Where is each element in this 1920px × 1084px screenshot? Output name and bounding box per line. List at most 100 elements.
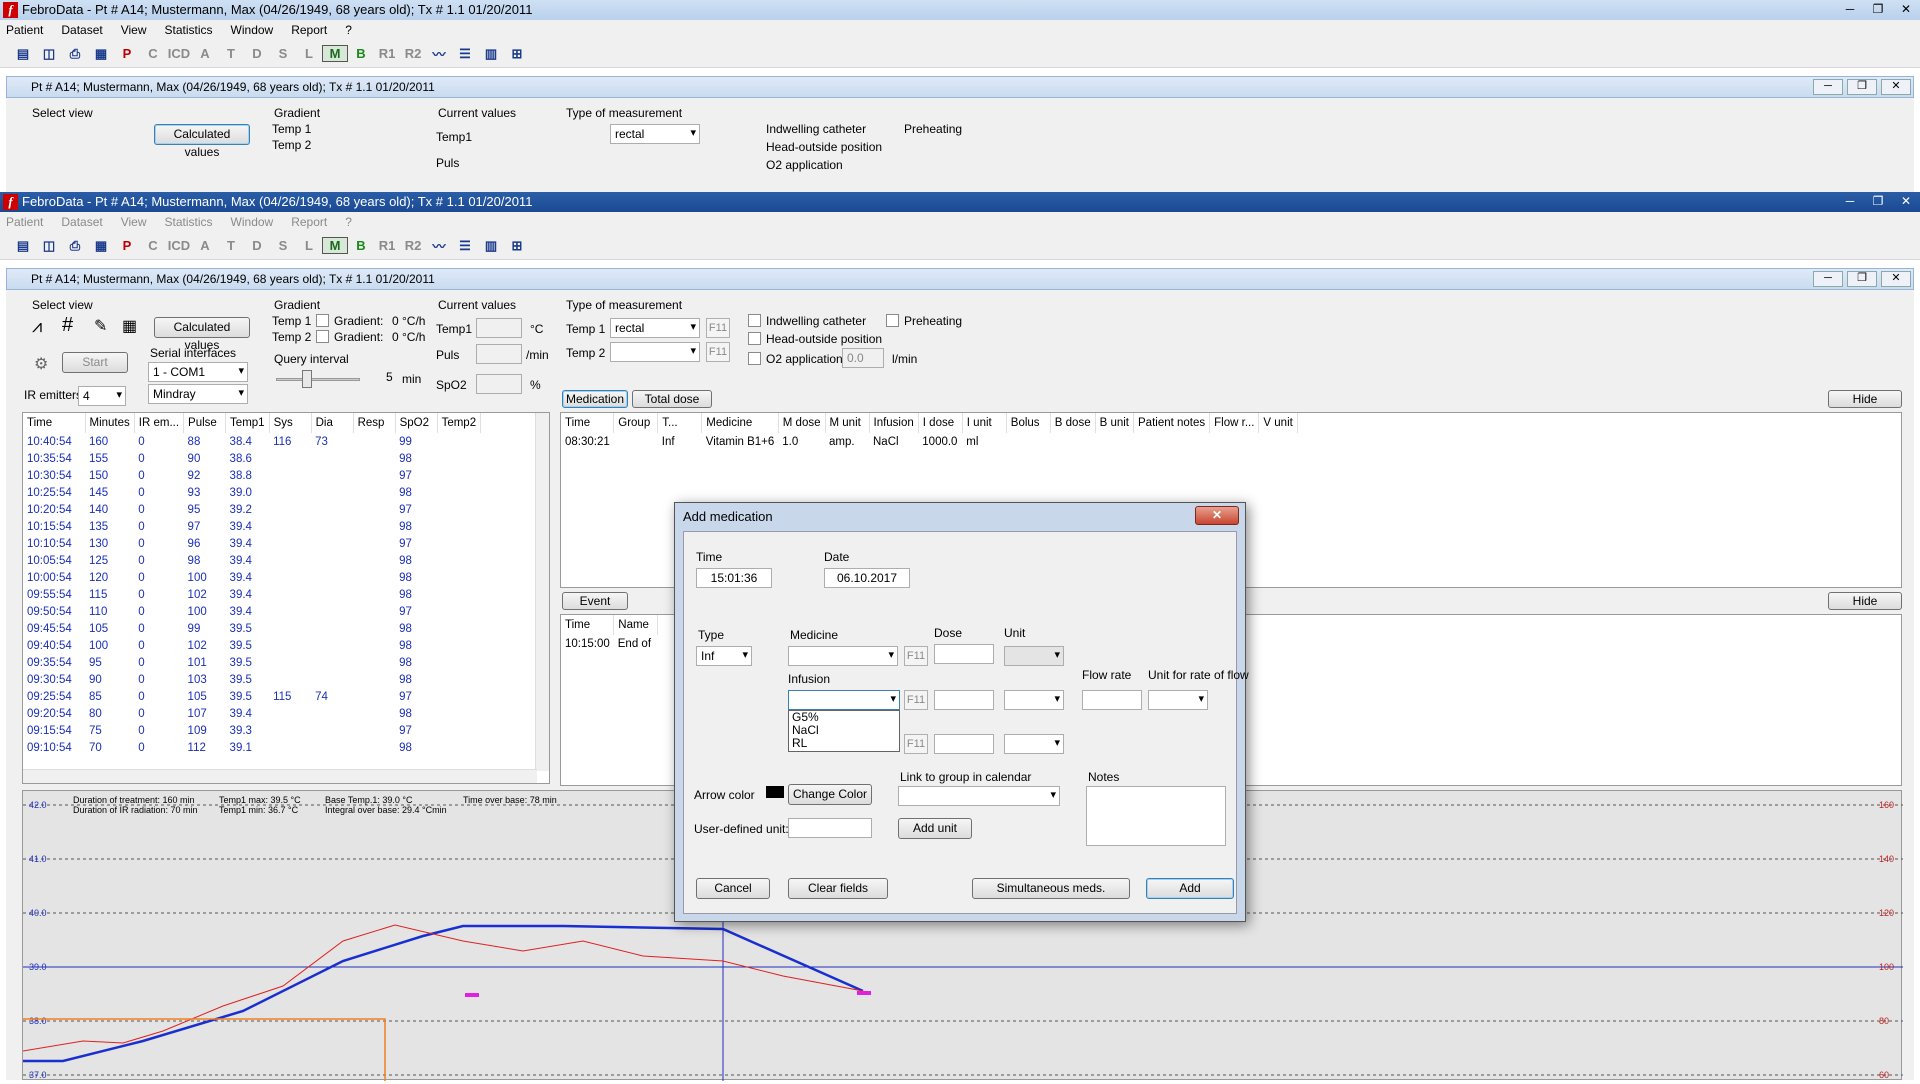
user-unit-input[interactable]	[788, 818, 872, 838]
main-layout-cols-icon[interactable]: ▥	[478, 238, 504, 254]
main-tool-c[interactable]: C	[140, 238, 166, 253]
bolus-dose-input[interactable]	[934, 734, 994, 754]
tool-t[interactable]: T	[218, 46, 244, 61]
tab-medication[interactable]: Medication	[562, 390, 628, 408]
main-tool-m[interactable]: M	[322, 237, 348, 254]
tool-r2[interactable]: R2	[400, 46, 426, 61]
o2-value-field[interactable]: 0.0	[842, 348, 884, 368]
main-chart-icon[interactable]: 〰	[426, 236, 452, 255]
vitals-header[interactable]: Temp1	[225, 413, 270, 433]
vitals-row[interactable]: 10:20:54 140 0 95 39.2 97	[23, 501, 481, 518]
event-table-header[interactable]: Name	[613, 615, 659, 635]
child-minimize-icon[interactable]: ─	[1813, 79, 1843, 95]
vitals-row[interactable]: 09:30:54 90 0 103 39.5 98	[23, 671, 481, 688]
main-minimize-icon[interactable]: ─	[1836, 192, 1864, 210]
vitals-header[interactable]: Pulse	[183, 413, 227, 433]
add-unit-button[interactable]: Add unit	[898, 818, 972, 839]
main-tool-s[interactable]: S	[270, 238, 296, 253]
event-table-row[interactable]: 10:15:00 End of	[561, 635, 658, 652]
medication-table-header[interactable]: V unit	[1258, 413, 1298, 433]
medication-table-header[interactable]: Infusion	[869, 413, 919, 433]
main-menu-window[interactable]: Window	[231, 215, 274, 229]
vitals-vscrollbar[interactable]	[535, 413, 549, 771]
infusion-select[interactable]	[788, 690, 900, 710]
layout-cols-icon[interactable]: ▥	[478, 46, 504, 62]
main-menu-patient[interactable]: Patient	[6, 215, 43, 229]
change-color-button[interactable]: Change Color	[788, 784, 872, 805]
dose-input[interactable]	[934, 644, 994, 664]
link-group-select[interactable]	[898, 786, 1060, 806]
main-menu-help[interactable]: ?	[345, 215, 352, 229]
vitals-row[interactable]: 09:40:54 100 0 102 39.5 98	[23, 637, 481, 654]
vitals-row[interactable]: 10:35:54 155 0 90 38.6 98	[23, 450, 481, 467]
dialog-close-icon[interactable]: ✕	[1195, 506, 1239, 525]
vitals-row[interactable]: 10:05:54 125 0 98 39.4 98	[23, 552, 481, 569]
type-select[interactable]: Inf	[696, 646, 752, 666]
menu-statistics[interactable]: Statistics	[165, 23, 213, 37]
temp1-measurement-select[interactable]: rectal	[610, 124, 700, 144]
flow-unit-select[interactable]	[1148, 690, 1208, 710]
o2-checkbox[interactable]	[748, 352, 761, 365]
unit-select[interactable]	[1004, 646, 1064, 666]
chart-icon[interactable]: 〰	[426, 44, 452, 63]
add-button[interactable]: Add	[1146, 878, 1234, 899]
vitals-header[interactable]: IR em...	[134, 413, 185, 433]
print-icon[interactable]: ⎙	[62, 46, 88, 62]
settings-icon[interactable]: ▦	[88, 46, 114, 62]
main-layout-rows-icon[interactable]: ☰	[452, 238, 478, 254]
vitals-row[interactable]: 10:15:54 135 0 97 39.4 98	[23, 518, 481, 535]
temp2-f11-button[interactable]: F11	[706, 342, 730, 362]
flow-rate-input[interactable]	[1082, 690, 1142, 710]
tool-l[interactable]: L	[296, 46, 322, 61]
medication-table-row[interactable]: 08:30:21 Inf Vitamin B1+6 1.0 amp. NaCl 1000.0…	[561, 433, 1297, 450]
query-slider-handle[interactable]	[302, 370, 312, 388]
medication-table-header[interactable]: B dose	[1050, 413, 1096, 433]
minimize-icon[interactable]: ─	[1836, 0, 1864, 18]
main-tool-d[interactable]: D	[244, 238, 270, 253]
temp2-measurement-select[interactable]	[610, 342, 700, 362]
tool-d[interactable]: D	[244, 46, 270, 61]
main-preview-icon[interactable]: ◫	[36, 238, 62, 254]
device-select[interactable]: Mindray	[148, 384, 248, 404]
main-tool-r1[interactable]: R1	[374, 238, 400, 253]
main-menu-dataset[interactable]: Dataset	[61, 215, 102, 229]
tool-p[interactable]: P	[114, 46, 140, 61]
vitals-row[interactable]: 09:55:54 115 0 102 39.4 98	[23, 586, 481, 603]
medication-table-header[interactable]: Patient notes	[1133, 413, 1211, 433]
menu-dataset[interactable]: Dataset	[61, 23, 102, 37]
infusion-option-rl[interactable]: RL	[789, 737, 899, 750]
medication-table-header[interactable]: B unit	[1095, 413, 1135, 433]
main-menu-view[interactable]: View	[121, 215, 147, 229]
tool-s[interactable]: S	[270, 46, 296, 61]
main-tool-a[interactable]: A	[192, 238, 218, 253]
main-tool-p[interactable]: P	[114, 238, 140, 253]
event-table-header[interactable]: Time	[561, 615, 615, 635]
medication-table-header[interactable]: Bolus	[1006, 413, 1051, 433]
restore-icon[interactable]: ❐	[1864, 0, 1892, 18]
vitals-header[interactable]: Minutes	[85, 413, 135, 433]
date-input[interactable]: 06.10.2017	[824, 568, 910, 588]
network-icon[interactable]: ⊞	[504, 46, 530, 62]
vitals-header[interactable]: Sys	[269, 413, 312, 433]
event-tab[interactable]: Event	[562, 592, 628, 610]
medication-table-header[interactable]: Medicine	[701, 413, 779, 433]
vitals-header[interactable]: Resp	[353, 413, 396, 433]
vitals-row[interactable]: 09:45:54 105 0 99 39.5 98	[23, 620, 481, 637]
main-menu-report[interactable]: Report	[291, 215, 327, 229]
vitals-row[interactable]: 10:25:54 145 0 93 39.0 98	[23, 484, 481, 501]
serial-port-select[interactable]: 1 - COM1	[148, 362, 248, 382]
preheating-checkbox[interactable]	[886, 314, 899, 327]
main-open-folder-icon[interactable]: ▤	[10, 238, 36, 254]
main-child-close-icon[interactable]: ✕	[1881, 271, 1911, 287]
infusion-f11-button[interactable]: F11	[904, 690, 928, 710]
main-child-restore-icon[interactable]: ❐	[1847, 271, 1877, 287]
ir-emitters-select[interactable]: 4	[78, 386, 126, 406]
main-tool-l[interactable]: L	[296, 238, 322, 253]
medicine-f11-button[interactable]: F11	[904, 646, 928, 666]
notes-textarea[interactable]	[1086, 786, 1226, 846]
medication-table-header[interactable]: M unit	[825, 413, 870, 433]
medication-table-header[interactable]: T...	[657, 413, 703, 433]
cancel-button[interactable]: Cancel	[696, 878, 770, 899]
medicine-select[interactable]	[788, 646, 898, 666]
bolus-f11-button[interactable]: F11	[904, 734, 928, 754]
